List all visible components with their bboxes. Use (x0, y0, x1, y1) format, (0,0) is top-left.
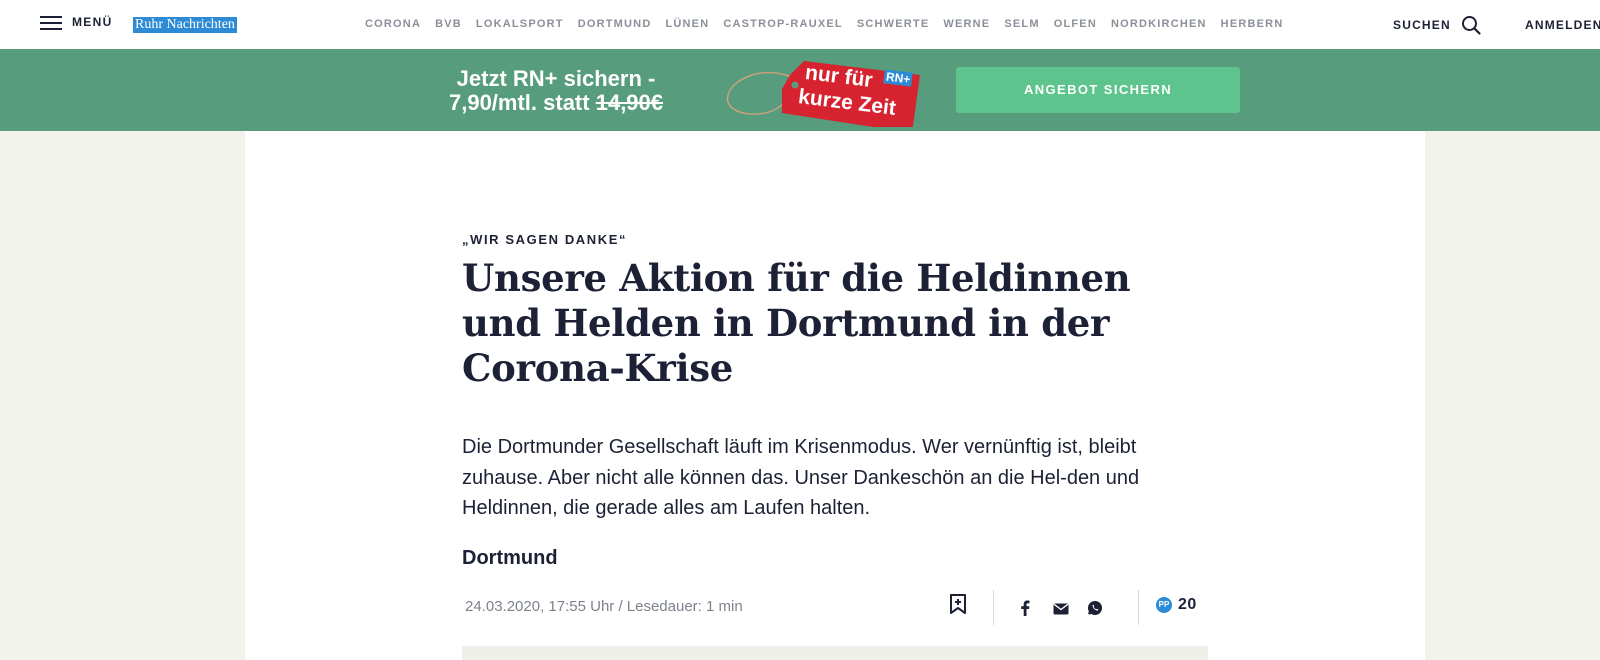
nav-item-castrop-rauxel[interactable]: CASTROP-RAUXEL (723, 18, 842, 30)
login-button[interactable]: ANMELDEN (1525, 18, 1600, 32)
nav-item-lokalsport[interactable]: LOKALSPORT (476, 18, 564, 30)
article-kicker: „WIR SAGEN DANKE“ (462, 232, 628, 247)
nav-item-olfen[interactable]: OLFEN (1054, 18, 1097, 30)
pp-count: 20 (1178, 596, 1197, 613)
menu-label: MENÜ (72, 15, 113, 29)
nav-item-nordkirchen[interactable]: NORDKIRCHEN (1111, 18, 1207, 30)
promo-text: Jetzt RN+ sichern - 7,90/mtl. statt 14,9… (426, 67, 686, 115)
promo-banner: Jetzt RN+ sichern - 7,90/mtl. statt 14,9… (0, 49, 1600, 131)
article-headline: Unsere Aktion für die Heldinnen und Held… (462, 256, 1131, 390)
nav-item-selm[interactable]: SELM (1004, 18, 1039, 30)
nav-item-dortmund[interactable]: DORTMUND (578, 18, 652, 30)
promo-old-price: 14,90€ (595, 90, 664, 115)
price-tag-graphic: nur für RN+ kurze Zeit (720, 55, 925, 127)
promo-line-1: Jetzt RN+ sichern - (456, 66, 656, 91)
share-divider-left (993, 590, 994, 625)
article-image-placeholder (462, 646, 1208, 660)
top-navigation: MENÜ Ruhr Nachrichten CORONA BVB LOKALSP… (0, 0, 1600, 49)
facebook-icon[interactable] (1020, 600, 1030, 621)
promo-new-price: 7,90/mtl. statt (448, 90, 590, 115)
nav-item-bvb[interactable]: BVB (435, 18, 462, 30)
nav-item-luenen[interactable]: LÜNEN (665, 18, 709, 30)
article-location: Dortmund (462, 547, 558, 569)
share-divider-right (1138, 590, 1139, 625)
nav-item-corona[interactable]: CORONA (365, 18, 421, 30)
promo-line-2: 7,90/mtl. statt 14,90€ (426, 91, 686, 115)
bookmark-add-icon[interactable] (949, 594, 967, 619)
article-lead: Die Dortmunder Gesellschaft läuft im Kri… (462, 436, 1140, 519)
angebot-sichern-button[interactable]: ANGEBOT SICHERN (956, 67, 1240, 113)
pp-counter[interactable]: PP 20 (1156, 596, 1197, 614)
section-nav: CORONA BVB LOKALSPORT DORTMUND LÜNEN CAS… (365, 18, 1297, 30)
nav-item-herbern[interactable]: HERBERN (1221, 18, 1284, 30)
search-label: SUCHEN (1393, 18, 1451, 32)
site-logo[interactable]: Ruhr Nachrichten (133, 17, 237, 33)
article-meta: 24.03.2020, 17:55 Uhr / Lesedauer: 1 min (465, 598, 743, 615)
pp-icon: PP (1156, 597, 1172, 613)
email-icon[interactable] (1053, 602, 1069, 620)
nav-item-schwerte[interactable]: SCHWERTE (857, 18, 930, 30)
hamburger-icon (40, 14, 62, 30)
article-card (245, 131, 1425, 660)
whatsapp-icon[interactable] (1087, 600, 1103, 621)
search-icon (1461, 15, 1481, 35)
search-button[interactable]: SUCHEN (1393, 15, 1481, 35)
nav-item-werne[interactable]: WERNE (943, 18, 990, 30)
menu-button[interactable]: MENÜ (40, 14, 113, 30)
